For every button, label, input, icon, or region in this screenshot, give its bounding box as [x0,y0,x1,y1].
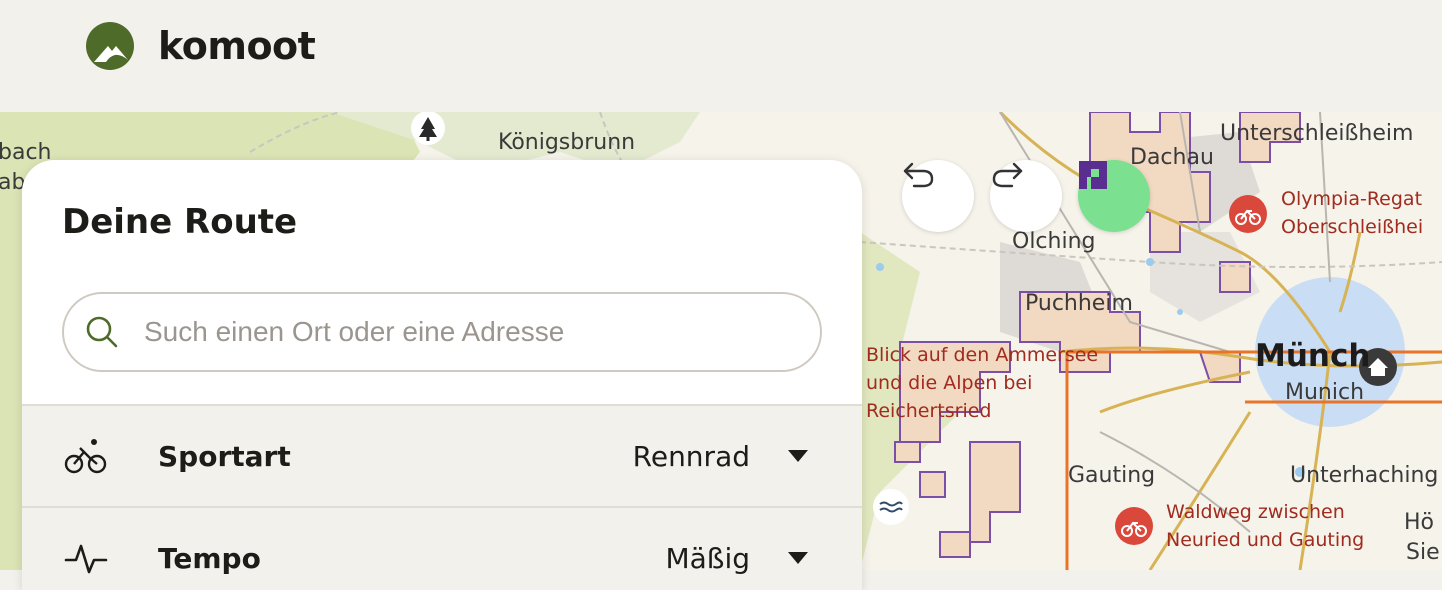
redo-button[interactable] [990,160,1062,232]
map-label-muenchen: Münch [1255,338,1371,374]
layers-button[interactable] [1078,160,1150,232]
tempo-value[interactable]: Mäßig [665,542,750,575]
search-box[interactable] [62,292,822,372]
sport-type-row[interactable]: Sportart Rennrad [22,404,862,506]
map-label-puchheim: Puchheim [1025,291,1133,316]
map-label-munich: Munich [1285,380,1365,405]
komoot-logo-icon [86,22,134,70]
map-label-olympia: Olympia-Regat Oberschleißhei [1281,188,1424,238]
tempo-row[interactable]: Tempo Mäßig [22,506,862,590]
map-label-koenigsbrunn: Königsbrunn [498,130,636,155]
tempo-label: Tempo [158,542,261,575]
chevron-down-icon[interactable] [788,450,808,462]
map-label-edge-right: Hö [1404,510,1435,535]
tree-icon[interactable] [408,112,448,148]
map-label-dachau: Dachau [1130,145,1214,170]
brand-name: komoot [158,24,316,68]
chevron-down-icon[interactable] [788,552,808,564]
search-input[interactable] [144,312,804,352]
redo-icon [992,162,1023,188]
pulse-icon [64,544,108,574]
route-panel: Deine Route Sportart Rennrad Tempo Mäßig [22,160,862,590]
undo-button[interactable] [902,160,974,232]
sport-type-label: Sportart [158,440,291,473]
bike-icon [64,439,107,474]
water-icon[interactable] [872,488,910,526]
panel-title: Deine Route [62,202,298,242]
komoot-logo[interactable]: komoot [86,22,316,70]
app-header: komoot [0,0,1442,112]
map-label-olching: Olching [1012,229,1096,254]
map-label-unterschleissheim: Unterschleißheim [1220,121,1414,146]
map-label-edge-right-2: Sie [1406,540,1440,565]
bike-poi-icon[interactable] [1114,506,1154,546]
layers-icon [1079,161,1107,189]
map-label-unterhaching: Unterhaching [1290,463,1439,488]
search-icon [86,316,118,348]
bike-poi-icon[interactable] [1228,194,1268,234]
undo-icon [903,162,934,188]
sport-type-value[interactable]: Rennrad [633,440,750,473]
map-label-blick: Blick auf den Ammersee und die Alpen bei… [866,344,1099,422]
map-label-waldweg: Waldweg zwischen Neuried und Gauting [1166,501,1365,551]
map-label-gauting: Gauting [1068,463,1156,488]
